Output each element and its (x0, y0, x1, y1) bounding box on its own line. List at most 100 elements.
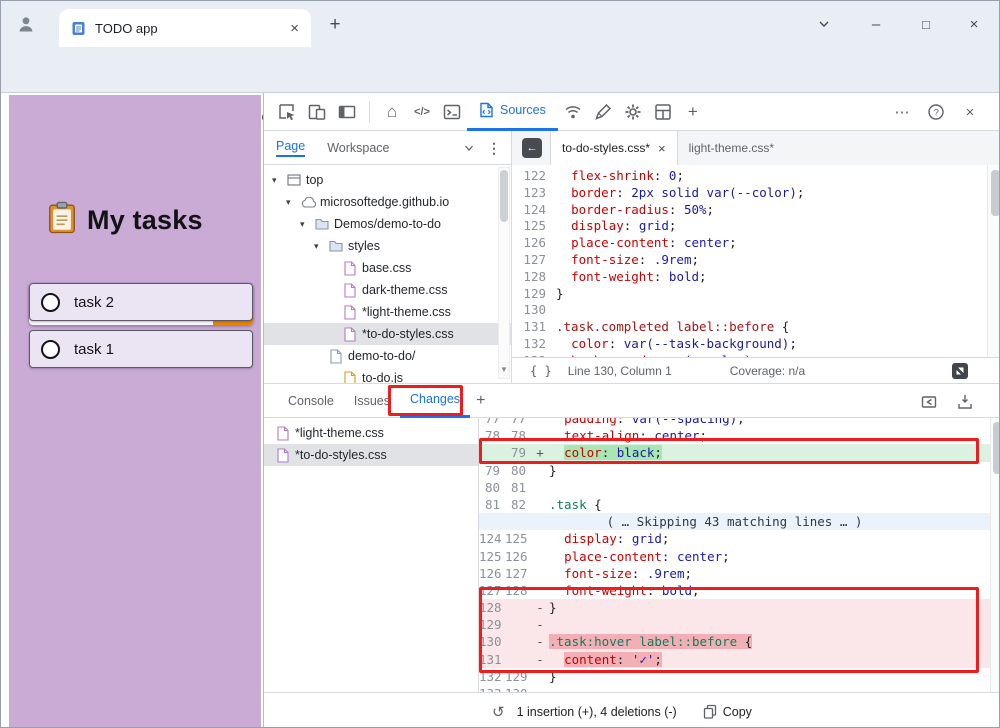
drawer-tab-changes[interactable]: Changes (400, 384, 470, 418)
code-line: 130 (512, 302, 987, 319)
tree-item-label: demo-to-do/ (348, 349, 415, 363)
diff-marker (531, 462, 549, 479)
diff-view[interactable]: 7777 padding: var(--spacing);7878 text-a… (479, 418, 990, 692)
elements-panel-icon[interactable]: </> (407, 97, 437, 127)
tree-item-label: *light-theme.css (362, 305, 451, 319)
performance-panel-icon[interactable] (588, 97, 618, 127)
task-checkbox[interactable] (41, 340, 60, 359)
editor-tab-light-theme.css[interactable]: light-theme.css* (678, 131, 785, 165)
tree-item-microsoftedge.github.io[interactable]: ▾microsoftedge.github.io (264, 191, 511, 213)
drawer-tab-console[interactable]: Console (278, 384, 344, 418)
tree-item-base.css[interactable]: base.css (264, 257, 511, 279)
minimize-button[interactable]: – (859, 11, 893, 37)
code-line: 132 color: var(--task-background); (512, 336, 987, 353)
code-text: border: 2px solid var(--color); (556, 185, 804, 202)
revert-icon[interactable]: ↺ (492, 703, 505, 721)
tree-item-to-do-styles.css[interactable]: *to-do-styles.css (264, 323, 511, 345)
todo-app-panel: My tasks + Add a task → To do task 2task… (9, 95, 261, 728)
task-item[interactable]: task 1 (29, 330, 253, 368)
tree-item-label: styles (348, 239, 380, 253)
scroll-down-arrow-icon[interactable]: ▼ (499, 365, 509, 377)
diff-marker: - (531, 616, 549, 633)
diff-code-text: padding: var(--spacing); (549, 418, 745, 427)
diff-new-line-number: 128 (505, 582, 531, 599)
status-right-icon[interactable] (952, 363, 968, 379)
diff-row-insert: 79+ color: black; (479, 444, 990, 461)
changed-file-light-theme.css[interactable]: *light-theme.css (264, 422, 478, 444)
devtools-more-icon[interactable]: ⋯ (887, 97, 917, 127)
changed-file-to-do-styles.css[interactable]: *to-do-styles.css (264, 444, 478, 466)
tab-workspace[interactable]: Workspace (327, 141, 389, 155)
code-line: 128 font-weight: bold; (512, 269, 987, 286)
device-emulation-icon[interactable] (302, 97, 332, 127)
network-panel-icon[interactable] (558, 97, 588, 127)
console-panel-icon[interactable] (437, 97, 467, 127)
expander-arrow-icon[interactable]: ▾ (314, 241, 327, 252)
diff-code-text: content: '✓'; (549, 651, 662, 668)
tree-item-label: *to-do-styles.css (362, 327, 454, 341)
focus-mode-icon[interactable] (332, 97, 362, 127)
add-panel-icon[interactable]: + (678, 97, 708, 127)
profile-button[interactable] (9, 8, 43, 40)
diff-row-equal: 126127 font-size: .9rem; (479, 565, 990, 582)
add-drawer-tab-icon[interactable]: + (476, 392, 485, 410)
browser-tab[interactable]: TODO app × (59, 9, 311, 47)
task-item[interactable]: task 2 (29, 283, 253, 321)
diff-marker: - (531, 599, 549, 616)
diff-code-text: } (549, 599, 557, 616)
expander-arrow-icon[interactable]: ▾ (300, 219, 313, 230)
diff-old-line-number: 125 (479, 548, 505, 565)
expander-arrow-icon[interactable]: ▾ (272, 175, 285, 186)
maximize-button[interactable]: □ (909, 11, 943, 37)
tab-title: TODO app (95, 21, 290, 36)
editor-status-bar: { } Line 130, Column 1 Coverage: n/a (512, 357, 1000, 383)
diff-options-icon[interactable] (918, 391, 940, 413)
diff-new-line-number: 78 (505, 427, 531, 444)
task-checkbox[interactable] (41, 293, 60, 312)
diff-code-text: place-content: center; (549, 548, 730, 565)
tree-item-top[interactable]: ▾top (264, 169, 511, 191)
dock-bottom-icon[interactable] (954, 391, 976, 413)
copy-button[interactable]: Copy (703, 704, 752, 719)
copy-label: Copy (723, 705, 752, 719)
code-editor[interactable]: 122 flex-shrink: 0;123 border: 2px solid… (512, 165, 987, 357)
application-panel-icon[interactable] (648, 97, 678, 127)
new-tab-button[interactable]: + (323, 13, 347, 37)
editor-tab-strip: ← to-do-styles.css*×light-theme.css* (512, 131, 1000, 165)
devtools-help-icon[interactable]: ? (921, 97, 951, 127)
diff-marker (531, 496, 549, 513)
navigator-scrollbar[interactable]: ▼ (498, 167, 510, 379)
code-line: 125 display: grid; (512, 218, 987, 235)
tree-item-light-theme.css[interactable]: *light-theme.css (264, 301, 511, 323)
tab-close-icon[interactable]: × (658, 141, 666, 156)
diff-old-line-number: 78 (479, 427, 505, 444)
tab-sources[interactable]: Sources (467, 93, 558, 131)
tree-item-Demosdemo-to-do[interactable]: ▾Demos/demo-to-do (264, 213, 511, 235)
devtools-close-icon[interactable]: × (955, 97, 985, 127)
tree-item-demo-to-do[interactable]: demo-to-do/ (264, 345, 511, 367)
tab-close-icon[interactable]: × (290, 20, 299, 37)
tab-actions-chevron-icon[interactable] (807, 11, 841, 37)
pretty-print-button[interactable]: { } (530, 364, 552, 378)
inspect-element-icon[interactable] (272, 97, 302, 127)
diff-row-delete: 131- content: '✓'; (479, 651, 990, 668)
editor-tab-to-do-styles.css[interactable]: to-do-styles.css*× (550, 131, 678, 165)
chevron-down-icon[interactable] (463, 142, 475, 154)
navigator-toggle-icon[interactable]: ← (522, 138, 542, 158)
navigator-kebab-icon[interactable]: ⋮ (487, 140, 501, 157)
tree-item-to-do.js[interactable]: to-do.js (264, 367, 511, 383)
welcome-home-icon[interactable]: ⌂ (377, 97, 407, 127)
drawer-tab-issues[interactable]: Issues (344, 384, 400, 418)
settings-gear-icon[interactable] (618, 97, 648, 127)
tree-item-dark-theme.css[interactable]: dark-theme.css (264, 279, 511, 301)
tab-page[interactable]: Page (276, 139, 305, 157)
editor-scrollbar[interactable] (987, 165, 1000, 357)
diff-code-text: font-weight: bold; (549, 582, 700, 599)
expander-arrow-icon[interactable]: ▾ (286, 197, 299, 208)
tree-item-styles[interactable]: ▾ styles (264, 235, 511, 257)
code-text: font-size: .9rem; (556, 252, 699, 269)
window-close-button[interactable]: × (957, 11, 991, 37)
diff-scrollbar[interactable] (990, 418, 1000, 692)
diff-old-line-number (479, 444, 505, 461)
code-text: border-radius: 50%; (556, 202, 714, 219)
